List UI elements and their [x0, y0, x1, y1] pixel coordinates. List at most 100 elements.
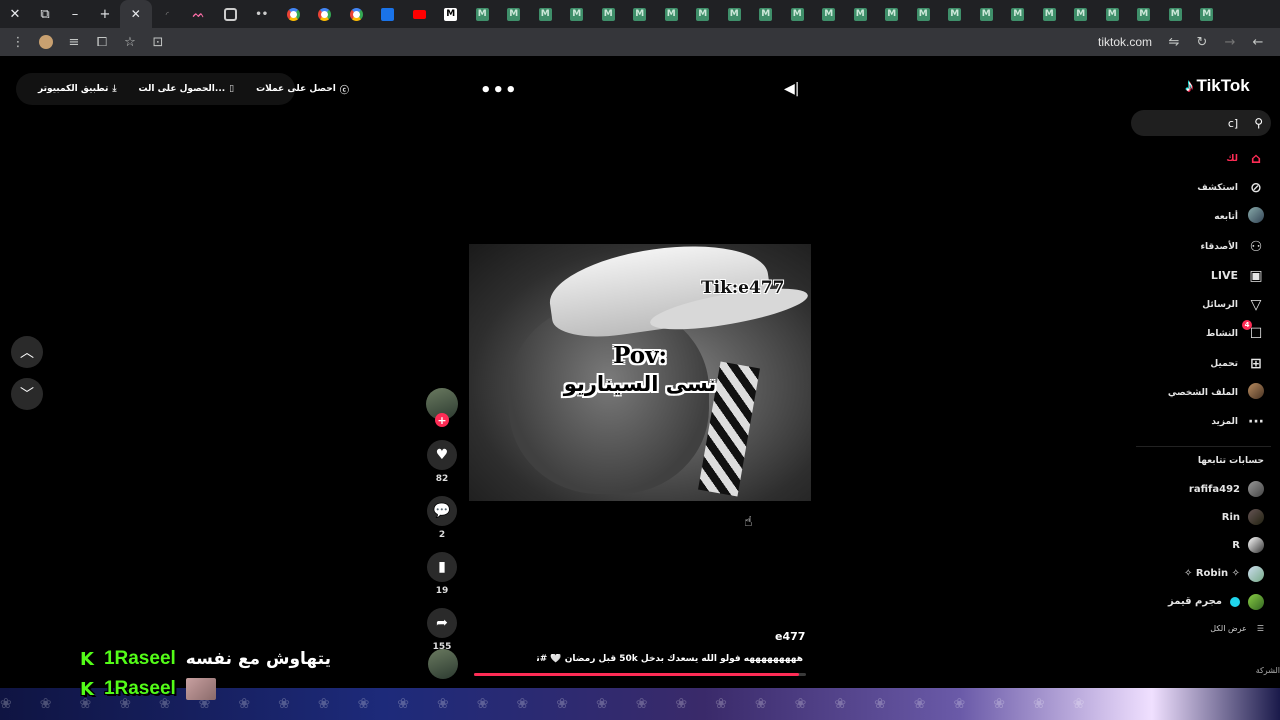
sidebar-item-for-you[interactable]: لك ⌂ [1124, 144, 1264, 173]
search-query[interactable]: c] [1228, 117, 1238, 130]
sidebar-item-upload[interactable]: تحميل ⊞ [1124, 349, 1264, 378]
chat-emote-image [185, 678, 216, 700]
close-window-icon[interactable]: ✕ [0, 0, 30, 28]
like-button[interactable]: ♥ [427, 440, 457, 470]
sidebar-item-activity[interactable]: النشاط ☐ 4 [1124, 320, 1264, 349]
browser-tab[interactable]: M [593, 0, 625, 28]
new-tab-button[interactable]: + [90, 0, 120, 28]
browser-tab[interactable]: M [624, 0, 656, 28]
video-player[interactable]: Tik:e477 Pov: نسى السيناريو [469, 244, 811, 501]
browser-tab[interactable]: M [1097, 0, 1129, 28]
browser-tab[interactable] [372, 0, 404, 28]
video-author[interactable]: e477 [775, 630, 805, 643]
browser-tab[interactable]: M [687, 0, 719, 28]
browser-tab[interactable]: M [498, 0, 530, 28]
save-button[interactable]: ▮ [427, 552, 457, 582]
browser-tab[interactable]: M [813, 0, 845, 28]
forward-icon[interactable]: → [1218, 30, 1242, 54]
heart-icon: ♥ [435, 447, 449, 463]
address-bar-url[interactable]: tiktok.com [1098, 35, 1152, 49]
browser-tab[interactable]: M [467, 0, 499, 28]
tab-favicon: M [475, 7, 489, 21]
avatar [1248, 593, 1264, 610]
share-button[interactable]: ➦ [427, 608, 457, 638]
search-input[interactable]: c] ⚲ [1131, 110, 1271, 136]
close-tab-icon[interactable]: ✕ [131, 7, 141, 21]
tab-favicon: M [696, 7, 710, 21]
video-caption-line2: نسى السيناريو [563, 372, 717, 396]
following-account[interactable]: ✧ Robin ✧ [1124, 560, 1264, 588]
next-video-button[interactable]: ﹀ [11, 378, 43, 410]
google-icon [318, 7, 332, 21]
minimize-window-icon[interactable]: – [60, 0, 90, 28]
following-account[interactable]: Rin [1124, 503, 1264, 531]
tiktok-logo[interactable]: ♪ TikTok [1185, 76, 1250, 96]
browser-tab[interactable]: M [845, 0, 877, 28]
search-icon[interactable]: ⚲ [1254, 116, 1263, 130]
volume-icon[interactable]: ◀| [784, 81, 799, 97]
browser-tab[interactable]: M [656, 0, 688, 28]
more-options-icon[interactable]: ••• [480, 80, 518, 101]
comment-button[interactable]: 💬 [427, 496, 457, 526]
creator-avatar[interactable]: + [426, 388, 458, 427]
chat-message: K 1Raseel [80, 678, 216, 700]
follow-plus-icon[interactable]: + [435, 413, 449, 427]
video-progress-bar[interactable] [474, 673, 806, 676]
install-app-icon[interactable]: ⊡ [146, 30, 170, 54]
get-app-button[interactable]: الحصول على الت... ▯ [138, 84, 234, 94]
browser-tab[interactable]: M [1160, 0, 1192, 28]
browser-tab[interactable]: M [908, 0, 940, 28]
previous-video-button[interactable]: ︿ [11, 336, 43, 368]
get-coins-button[interactable]: احصل على عملات ⓒ [256, 83, 349, 96]
music-avatar[interactable] [428, 649, 458, 679]
see-all-button[interactable]: عرض الكل ☰ [1210, 624, 1264, 633]
extensions-icon[interactable]: ⧠ [90, 30, 114, 54]
browser-tab[interactable]: M [435, 0, 467, 28]
browser-tab[interactable]: M [530, 0, 562, 28]
sidebar-item-following[interactable]: أتابعه [1124, 203, 1264, 232]
sidebar-item-profile[interactable]: الملف الشخصي [1124, 378, 1264, 407]
bookmark-star-icon[interactable]: ☆ [118, 30, 142, 54]
browser-tab[interactable]: M [719, 0, 751, 28]
back-icon[interactable]: ← [1246, 30, 1270, 54]
browser-tab[interactable]: M [1065, 0, 1097, 28]
browser-tab[interactable]: M [1002, 0, 1034, 28]
browser-tab-active[interactable]: ✕ [120, 0, 152, 28]
menu-icon[interactable]: ⋮ [6, 30, 30, 54]
browser-tab[interactable]: M [1191, 0, 1223, 28]
following-account[interactable]: rafifa492 [1124, 475, 1264, 503]
following-account[interactable]: R [1124, 531, 1264, 559]
google-icon [286, 7, 300, 21]
restore-window-icon[interactable]: ⧉ [30, 0, 60, 28]
browser-tab[interactable] [341, 0, 373, 28]
browser-tab[interactable]: M [750, 0, 782, 28]
desktop-app-button[interactable]: تطبيق الكمبيوتر ⤓ [38, 84, 116, 94]
following-account[interactable]: مجرم قيمز [1124, 588, 1264, 616]
sidebar-item-friends[interactable]: الأصدقاء ⚇ [1124, 232, 1264, 261]
browser-tab[interactable]: M [782, 0, 814, 28]
browser-tab[interactable]: ◜ [152, 0, 184, 28]
browser-tab[interactable] [309, 0, 341, 28]
sidebar-item-explore[interactable]: استكشف ⊘ [1124, 173, 1264, 202]
logo-text: TikTok [1196, 76, 1250, 95]
browser-tab[interactable]: M [1128, 0, 1160, 28]
media-control-icon[interactable]: ≡ [62, 30, 86, 54]
browser-tab[interactable]: ᨓ [183, 0, 215, 28]
browser-tab[interactable]: M [971, 0, 1003, 28]
browser-tab[interactable]: M [1034, 0, 1066, 28]
site-settings-icon[interactable]: ⇋ [1162, 30, 1186, 54]
browser-tab[interactable]: M [561, 0, 593, 28]
browser-tab[interactable] [278, 0, 310, 28]
browser-tab[interactable] [215, 0, 247, 28]
browser-tab[interactable]: •• [246, 0, 278, 28]
chat-text: يتهاوش مع نفسه [185, 649, 331, 669]
browser-tab[interactable]: M [876, 0, 908, 28]
company-link[interactable]: الشركة [1256, 666, 1280, 675]
sidebar-item-more[interactable]: المزيد ··· [1124, 408, 1264, 437]
sidebar-item-messages[interactable]: الرسائل ▽ [1124, 290, 1264, 319]
profile-icon[interactable] [34, 30, 58, 54]
sidebar-item-live[interactable]: LIVE ▣ [1124, 261, 1264, 290]
browser-tab[interactable]: M [939, 0, 971, 28]
browser-tab[interactable] [404, 0, 436, 28]
reload-icon[interactable]: ↻ [1190, 30, 1214, 54]
